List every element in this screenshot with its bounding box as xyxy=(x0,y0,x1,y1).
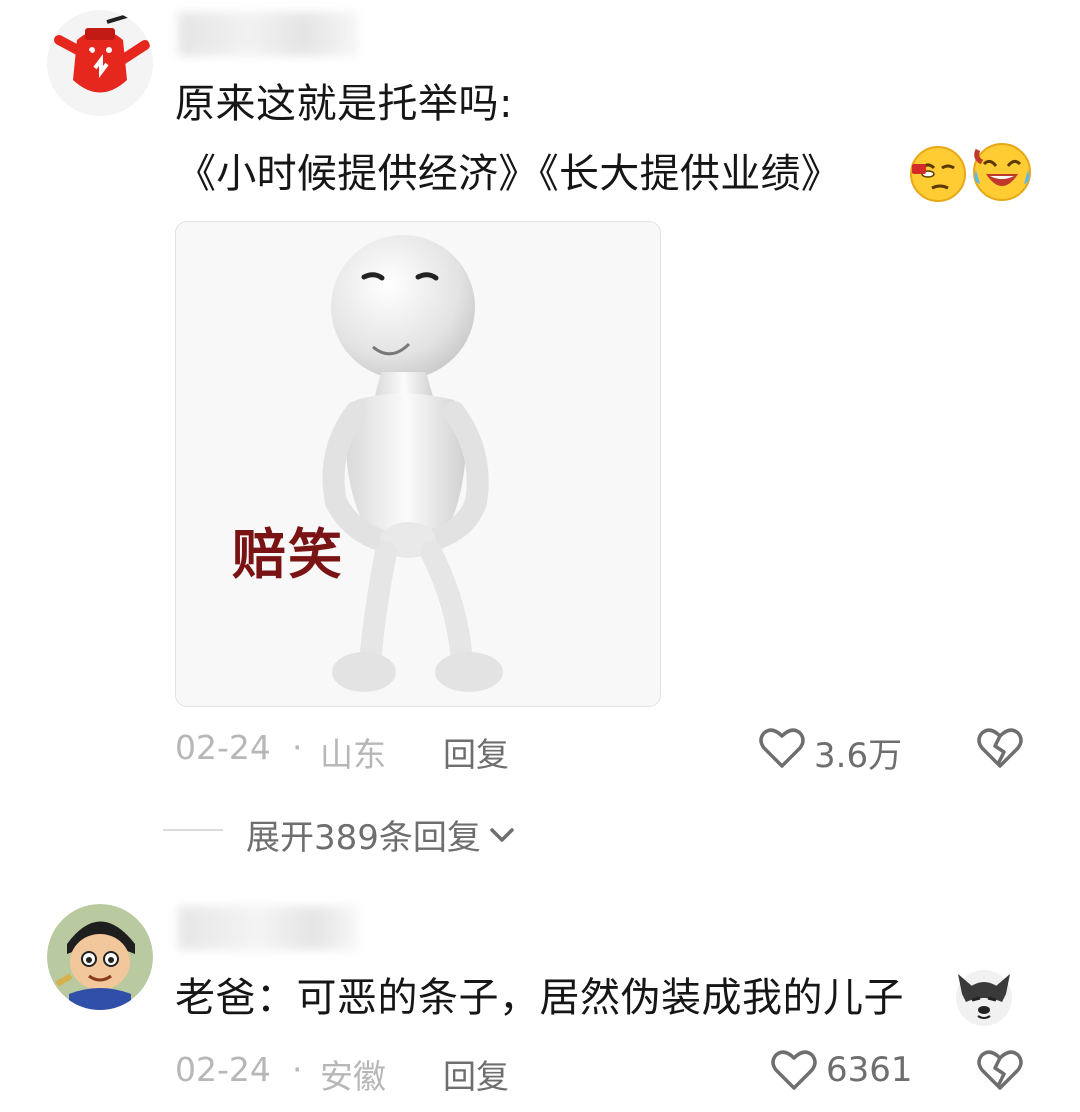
comment-date: 02-24 xyxy=(175,728,271,767)
expand-replies-button[interactable]: 展开389条回复 xyxy=(246,810,515,859)
username-blurred[interactable] xyxy=(178,12,358,56)
comment-location: 山东 xyxy=(320,735,386,774)
comment-date: 02-24 xyxy=(175,1050,271,1089)
username-blurred[interactable] xyxy=(178,906,358,950)
reply-button[interactable]: 回复 xyxy=(443,728,509,776)
like-count: 3.6万 xyxy=(814,736,903,776)
reply-button[interactable]: 回复 xyxy=(443,1050,509,1098)
smiling-figure-illustration xyxy=(176,222,660,706)
chevron-down-icon xyxy=(489,825,515,845)
meme-image[interactable]: 赔笑 xyxy=(175,221,661,707)
wink-emoji-icon xyxy=(908,144,966,202)
broken-heart-icon[interactable] xyxy=(976,726,1024,770)
image-caption: 赔笑 xyxy=(232,522,344,586)
divider xyxy=(163,829,223,831)
laugh-cry-emoji-icon xyxy=(970,140,1031,201)
expand-replies-label: 展开389条回复 xyxy=(246,818,481,858)
avatar[interactable] xyxy=(47,10,153,116)
meta-separator: · xyxy=(292,1050,303,1089)
avatar-bear-icon xyxy=(47,10,153,116)
comment-text-line-1: 原来这就是托举吗: xyxy=(175,81,513,127)
broken-heart-icon[interactable] xyxy=(976,1048,1024,1092)
avatar-cartoon-boy-icon xyxy=(47,904,153,1010)
comment-text-line-2: 《小时候提供经济》《长大提供业绩》 xyxy=(176,151,842,197)
husky-emoji-icon xyxy=(952,964,1012,1026)
like-count: 6361 xyxy=(826,1050,913,1090)
avatar[interactable] xyxy=(47,904,153,1010)
meta-separator: · xyxy=(292,728,303,767)
comment-location: 安徽 xyxy=(320,1057,386,1096)
comment-text-line-1: 老爸：可恶的条子，居然伪装成我的儿子 xyxy=(175,975,904,1021)
heart-icon[interactable] xyxy=(758,726,806,770)
heart-icon[interactable] xyxy=(770,1048,818,1092)
